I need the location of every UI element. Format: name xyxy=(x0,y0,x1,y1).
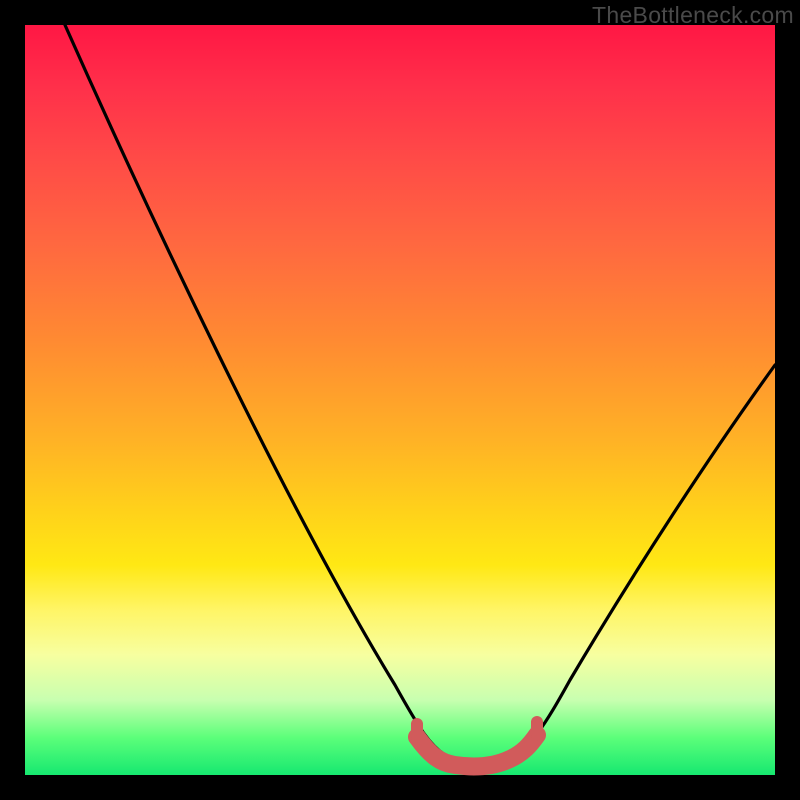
bottleneck-curve xyxy=(65,25,775,764)
plot-background-gradient xyxy=(25,25,775,775)
chart-frame: TheBottleneck.com xyxy=(0,0,800,800)
bottom-marker xyxy=(417,735,537,767)
watermark-text: TheBottleneck.com xyxy=(592,2,794,29)
curve-layer xyxy=(25,25,775,775)
